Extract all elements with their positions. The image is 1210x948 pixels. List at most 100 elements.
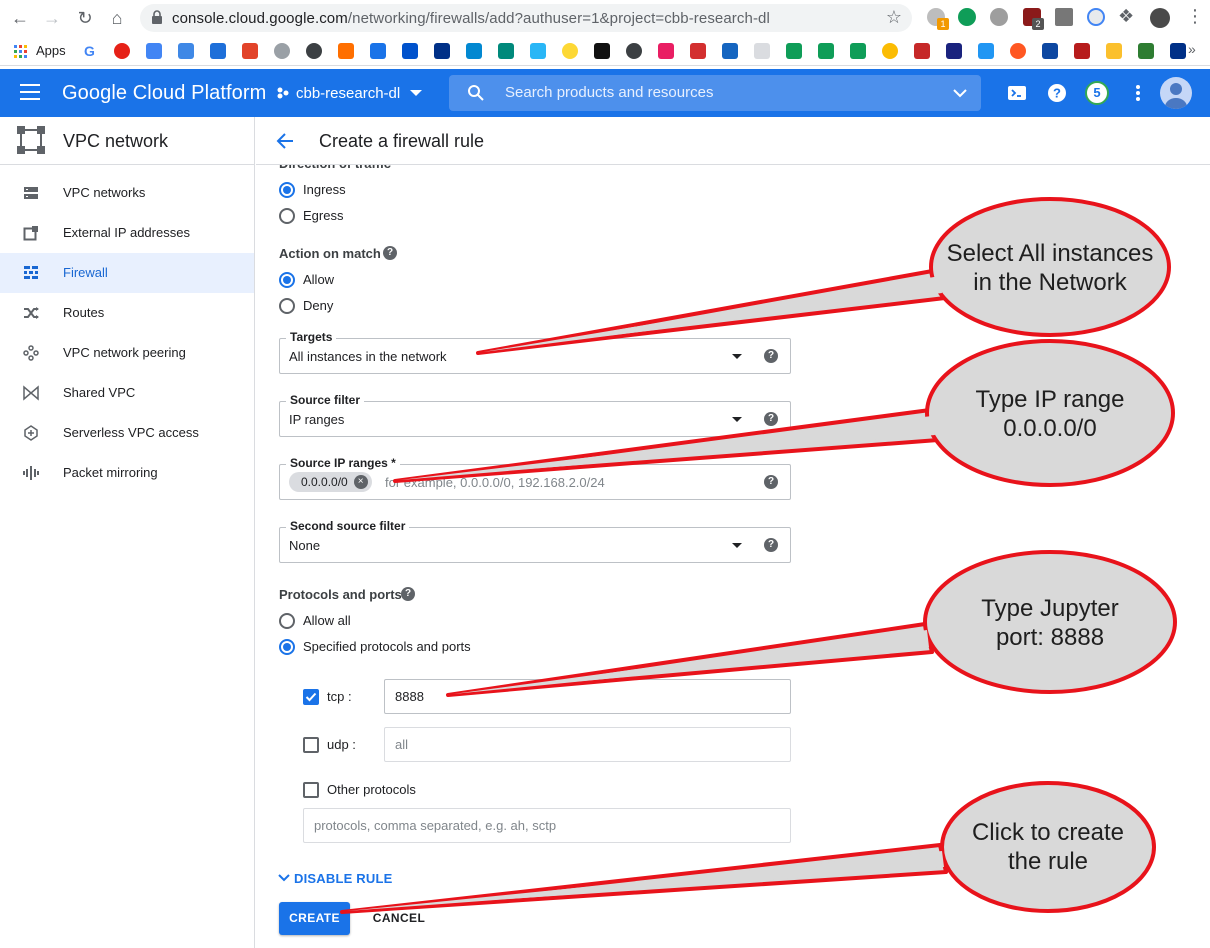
udp-ports-input[interactable]: all	[384, 727, 791, 762]
browser-menu-icon[interactable]: ⋮	[1186, 6, 1204, 27]
radio-allow[interactable]	[279, 272, 295, 288]
google-bookmark-icon[interactable]: G	[84, 43, 100, 59]
sidebar-item-external-ip[interactable]: External IP addresses	[0, 213, 254, 253]
bookmark-icon[interactable]	[1138, 43, 1154, 59]
source-ip-ranges-input[interactable]: Source IP ranges * 0.0.0.0/0 × for exampl…	[279, 456, 791, 500]
radio-ingress[interactable]	[279, 182, 295, 198]
bookmark-icon[interactable]	[914, 43, 930, 59]
help-icon[interactable]: ?	[764, 538, 778, 552]
help-icon[interactable]: ?	[401, 587, 415, 601]
more-bookmarks-icon[interactable]: »	[1188, 41, 1196, 57]
tcp-ports-input[interactable]: 8888	[384, 679, 791, 714]
extension-icon[interactable]	[1087, 8, 1105, 26]
second-source-filter-select[interactable]: Second source filter None ?	[279, 519, 791, 563]
bookmark-icon[interactable]	[946, 43, 962, 59]
paypal-bookmark-icon[interactable]	[434, 43, 450, 59]
sidebar-item-vpc-peering[interactable]: VPC network peering	[0, 333, 254, 373]
confluence-bookmark-icon[interactable]	[402, 43, 418, 59]
globe-bookmark-icon[interactable]	[306, 43, 322, 59]
bookmark-icon[interactable]	[1074, 43, 1090, 59]
calendar-bookmark-icon[interactable]	[210, 43, 226, 59]
sidebar-item-serverless-vpc[interactable]: Serverless VPC access	[0, 413, 254, 453]
ip-range-chip[interactable]: 0.0.0.0/0 ×	[289, 472, 372, 492]
bookmark-icon[interactable]	[754, 43, 770, 59]
apps-grid-icon[interactable]	[14, 45, 27, 58]
back-arrow-icon[interactable]	[276, 132, 294, 150]
help-icon[interactable]: ?	[764, 475, 778, 489]
citi-bookmark-icon[interactable]	[1042, 43, 1058, 59]
address-bar[interactable]: console.cloud.google.com/networking/fire…	[140, 4, 912, 32]
account-avatar[interactable]	[1160, 77, 1192, 109]
bookmark-icon[interactable]	[1106, 43, 1122, 59]
profile-avatar-icon[interactable]	[1150, 8, 1170, 28]
other-protocols-checkbox[interactable]	[303, 782, 319, 798]
x-bookmark-icon[interactable]	[594, 43, 610, 59]
gitlab-bookmark-icon[interactable]	[242, 43, 258, 59]
cloud-shell-icon[interactable]	[1005, 81, 1029, 105]
cancel-button[interactable]: CANCEL	[368, 902, 430, 935]
callout-text-create: Click to create the rule	[933, 818, 1163, 876]
help-icon[interactable]: ?	[1045, 81, 1069, 105]
bookmark-icon[interactable]	[562, 43, 578, 59]
bookmark-icon[interactable]	[978, 43, 994, 59]
bookmark-icon[interactable]	[722, 43, 738, 59]
udp-checkbox[interactable]	[303, 737, 319, 753]
more-vert-icon[interactable]	[1126, 81, 1150, 105]
hamburger-menu-icon[interactable]	[20, 84, 40, 102]
bookmark-star-icon[interactable]: ☆	[886, 7, 902, 28]
tcp-checkbox[interactable]	[303, 689, 319, 705]
radio-specified-protocols-label: Specified protocols and ports	[303, 639, 471, 654]
sheets-bookmark-icon[interactable]	[818, 43, 834, 59]
create-button[interactable]: CREATE	[279, 902, 350, 935]
search-input[interactable]: Search products and resources	[449, 75, 981, 111]
sidebar-item-routes[interactable]: Routes	[0, 293, 254, 333]
translate-bookmark-icon[interactable]	[146, 43, 162, 59]
aws-bookmark-icon[interactable]	[338, 43, 354, 59]
globe-bookmark-icon[interactable]	[626, 43, 642, 59]
project-picker[interactable]: cbb-research-dl	[276, 85, 423, 102]
forward-icon[interactable]: →	[42, 8, 62, 28]
help-icon[interactable]: ?	[764, 349, 778, 363]
qr-extension-icon[interactable]	[1055, 8, 1073, 26]
other-protocols-input[interactable]: protocols, comma separated, e.g. ah, sct…	[303, 808, 791, 843]
bookmark-icon[interactable]	[466, 43, 482, 59]
chevron-down-icon[interactable]	[951, 84, 969, 102]
sidebar-item-packet-mirroring[interactable]: Packet mirroring	[0, 453, 254, 493]
source-ip-ranges-placeholder: for example, 0.0.0.0/0, 192.168.2.0/24	[385, 475, 605, 490]
help-icon[interactable]: ?	[764, 412, 778, 426]
targets-select[interactable]: Targets All instances in the network ?	[279, 330, 791, 374]
bookmark-icon[interactable]	[690, 43, 706, 59]
bookmark-icon[interactable]	[1010, 43, 1026, 59]
reload-icon[interactable]: ↻	[75, 8, 95, 28]
chip-remove-icon[interactable]: ×	[353, 475, 368, 489]
radio-deny[interactable]	[279, 298, 295, 314]
youtube-bookmark-icon[interactable]	[114, 43, 130, 59]
bookmark-icon[interactable]	[658, 43, 674, 59]
sidebar-item-shared-vpc[interactable]: Shared VPC	[0, 373, 254, 413]
radio-specified-protocols[interactable]	[279, 639, 295, 655]
app-title[interactable]: Google Cloud Platform	[62, 82, 266, 105]
extensions-puzzle-icon[interactable]: ❖	[1118, 6, 1134, 27]
bookmark-icon[interactable]	[370, 43, 386, 59]
sidebar-item-vpc-networks[interactable]: VPC networks	[0, 173, 254, 213]
bookmark-icon[interactable]	[274, 43, 290, 59]
apps-bookmark[interactable]: Apps	[36, 43, 66, 58]
disable-rule-toggle[interactable]: DISABLE RULE	[278, 871, 392, 886]
sidebar-item-firewall[interactable]: Firewall	[0, 253, 254, 293]
extension-icon[interactable]	[990, 8, 1008, 26]
help-icon[interactable]: ?	[383, 246, 397, 260]
extension-icon[interactable]	[958, 8, 976, 26]
paypal-bookmark-icon[interactable]	[1170, 43, 1186, 59]
radio-egress[interactable]	[279, 208, 295, 224]
back-icon[interactable]: ←	[10, 8, 30, 28]
bookmark-icon[interactable]	[882, 43, 898, 59]
source-filter-select[interactable]: Source filter IP ranges ?	[279, 393, 791, 437]
notifications-badge[interactable]: 5	[1085, 81, 1109, 105]
bookmark-icon[interactable]	[498, 43, 514, 59]
sheets-bookmark-icon[interactable]	[850, 43, 866, 59]
sheets-bookmark-icon[interactable]	[786, 43, 802, 59]
bookmark-icon[interactable]	[178, 43, 194, 59]
bookmark-icon[interactable]	[530, 43, 546, 59]
radio-allow-all[interactable]	[279, 613, 295, 629]
home-icon[interactable]: ⌂	[107, 8, 127, 28]
